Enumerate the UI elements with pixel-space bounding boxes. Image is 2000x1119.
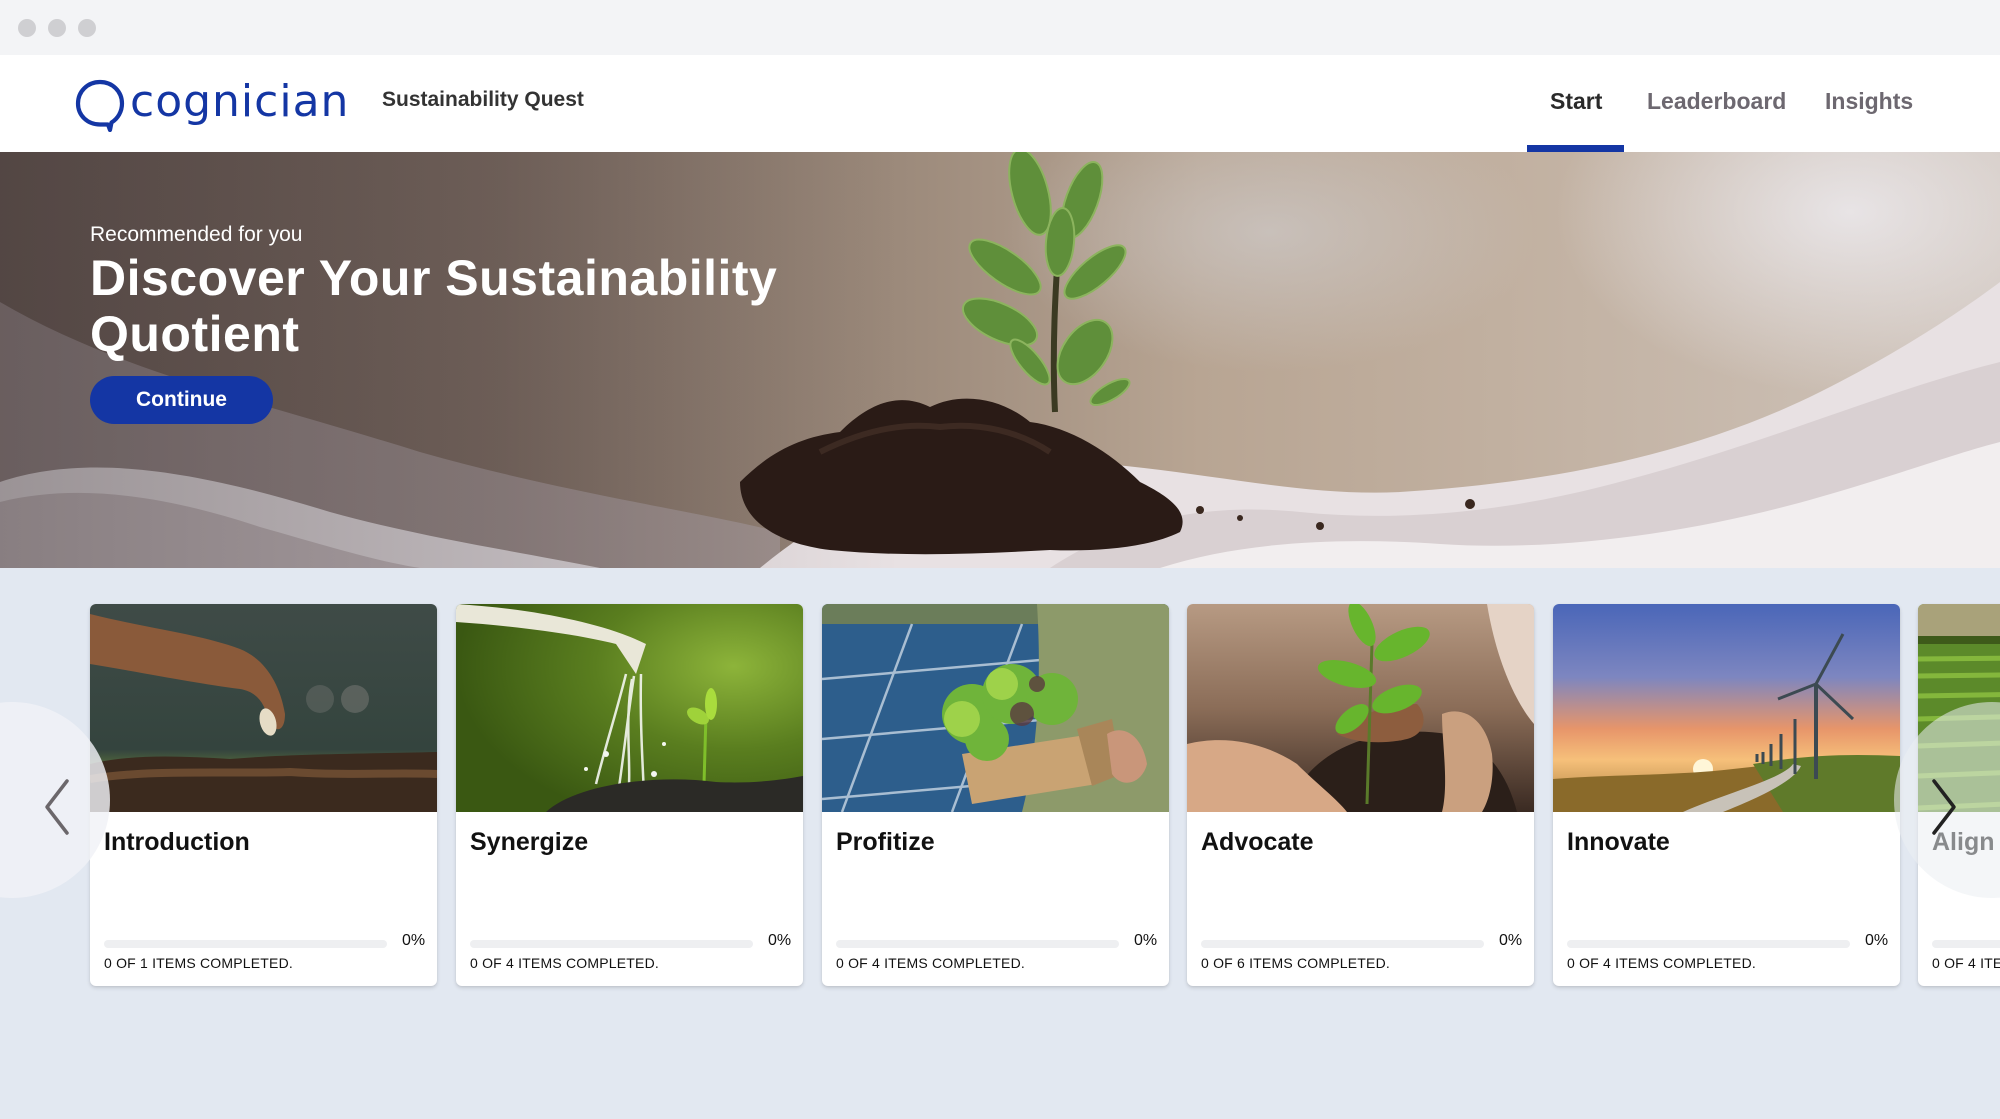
- module-card-synergize[interactable]: Synergize 0% 0 OF 4 ITEMS COMPLETED.: [456, 604, 803, 986]
- module-carousel: Introduction 0% 0 OF 1 ITEMS COMPLETED.: [0, 568, 2000, 1119]
- hero-title: Discover Your Sustainability Quotient: [90, 250, 778, 362]
- progress-bar: [1932, 940, 2000, 948]
- items-completed: 0 OF 4 ITEMS COMPLETED.: [836, 955, 1025, 971]
- progress-bar: [104, 940, 387, 948]
- card-title: Profitize: [836, 828, 935, 856]
- card-image: [456, 604, 803, 812]
- chevron-right-icon: [1932, 779, 1956, 835]
- speech-bubble-logo-icon: [75, 79, 125, 132]
- module-card-innovate[interactable]: Innovate 0% 0 OF 4 ITEMS COMPLETED.: [1553, 604, 1900, 986]
- card-image: [90, 604, 437, 812]
- items-completed: 0 OF 4 ITEMS COMPLETED.: [1567, 955, 1756, 971]
- window-minimize-button[interactable]: [48, 19, 66, 37]
- progress-bar: [470, 940, 753, 948]
- logo-wordmark: cognician: [130, 76, 350, 127]
- tab-start[interactable]: Start: [1550, 88, 1602, 115]
- carousel-next-button[interactable]: [1894, 702, 2000, 898]
- hero-kicker: Recommended for you: [90, 223, 303, 246]
- progress-percent: 0%: [402, 932, 426, 949]
- progress-percent: 0%: [1499, 932, 1523, 949]
- continue-button[interactable]: Continue: [90, 376, 273, 424]
- chevron-left-icon: [45, 779, 69, 835]
- window-close-button[interactable]: [18, 19, 36, 37]
- items-completed: 0 OF 6 ITEMS COMPLETED.: [1201, 955, 1390, 971]
- card-title: Introduction: [104, 828, 250, 856]
- card-title: Innovate: [1567, 828, 1670, 856]
- card-image: [1187, 604, 1534, 812]
- tab-insights[interactable]: Insights: [1825, 88, 1913, 115]
- module-card-advocate[interactable]: Advocate 0% 0 OF 6 ITEMS COMPLETED.: [1187, 604, 1534, 986]
- hero-banner: Recommended for you Discover Your Sustai…: [0, 152, 2000, 568]
- card-title: Advocate: [1201, 828, 1314, 856]
- tab-leaderboard[interactable]: Leaderboard: [1647, 88, 1786, 115]
- items-completed: 0 OF 4 ITEMS COMPLETED.: [1932, 955, 2000, 971]
- progress-bar: [1201, 940, 1484, 948]
- progress-percent: 0%: [1865, 932, 1889, 949]
- card-title: Synergize: [470, 828, 589, 856]
- cognician-logo[interactable]: cognician: [74, 77, 349, 133]
- card-image: [1553, 604, 1900, 812]
- progress-percent: 0%: [1134, 932, 1158, 949]
- active-tab-indicator: [1527, 145, 1624, 152]
- app-header: cognician Sustainability Quest Start Lea…: [0, 55, 2000, 152]
- card-image: [822, 604, 1169, 812]
- program-title: Sustainability Quest: [382, 88, 584, 111]
- progress-bar: [1567, 940, 1850, 948]
- module-card-introduction[interactable]: Introduction 0% 0 OF 1 ITEMS COMPLETED.: [90, 604, 437, 986]
- progress-percent: 0%: [768, 932, 792, 949]
- progress-bar: [836, 940, 1119, 948]
- window-maximize-button[interactable]: [78, 19, 96, 37]
- window-titlebar: [0, 0, 2000, 55]
- items-completed: 0 OF 1 ITEMS COMPLETED.: [104, 955, 293, 971]
- items-completed: 0 OF 4 ITEMS COMPLETED.: [470, 955, 659, 971]
- module-card-profitize[interactable]: Profitize 0% 0 OF 4 ITEMS COMPLETED.: [822, 604, 1169, 986]
